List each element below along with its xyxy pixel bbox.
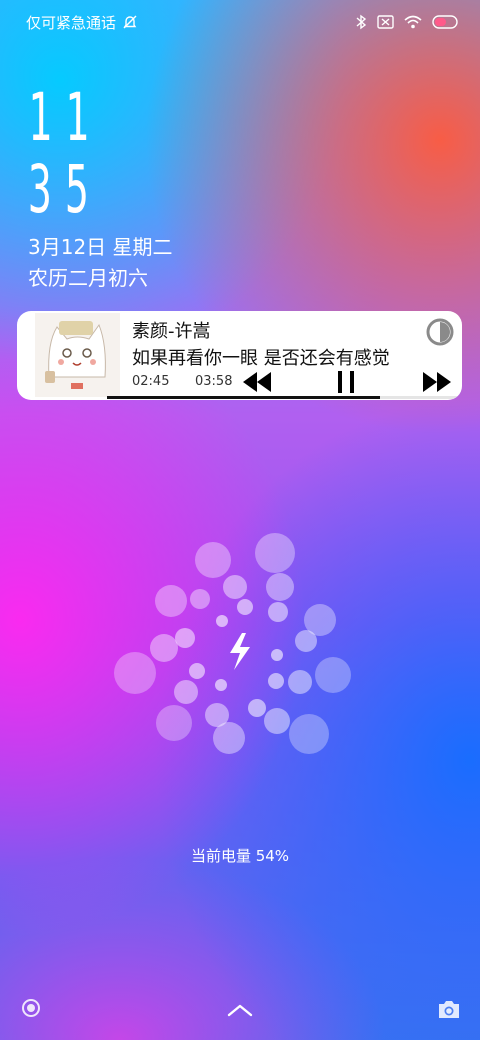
total-time: 03:58 <box>195 374 233 389</box>
lightning-icon <box>230 633 250 670</box>
date-block: 3月12日 星期二 农历二月初六 <box>28 232 173 294</box>
voice-assistant-icon[interactable] <box>21 998 41 1018</box>
carrier-text: 仅可紧急通话 <box>26 13 117 32</box>
bluetooth-icon <box>356 14 367 30</box>
clock-minutes: 35 <box>28 151 103 228</box>
wifi-icon <box>404 15 422 29</box>
charging-animation <box>114 533 351 754</box>
chevron-up-icon[interactable] <box>226 1002 254 1018</box>
solar-date: 3月12日 星期二 <box>28 235 173 259</box>
lunar-date: 农历二月初六 <box>28 266 148 290</box>
fast-forward-icon[interactable] <box>421 370 453 394</box>
progress-track[interactable] <box>107 396 462 399</box>
lock-clock: 11 35 <box>28 82 151 226</box>
pause-icon[interactable] <box>335 370 357 394</box>
camera-icon[interactable] <box>437 998 461 1020</box>
status-bar: 仅可紧急通话 <box>26 10 458 34</box>
music-widget[interactable]: 素颜-许嵩 如果再看你一眼 是否还会有感觉 02:45 03:58 <box>17 311 462 400</box>
no-sim-icon <box>377 15 394 29</box>
song-lyric: 如果再看你一眼 是否还会有感觉 <box>132 348 390 369</box>
album-cover[interactable] <box>35 313 120 397</box>
current-time: 02:45 <box>132 374 170 389</box>
bell-off-icon <box>123 15 137 29</box>
song-title: 素颜-许嵩 <box>132 321 211 342</box>
battery-status: 当前电量 54% <box>190 847 290 865</box>
theme-contrast-icon[interactable] <box>426 318 454 346</box>
rewind-icon[interactable] <box>241 370 273 394</box>
progress-fill <box>107 396 381 399</box>
clock-hours: 11 <box>28 79 103 156</box>
battery-icon <box>432 15 458 29</box>
